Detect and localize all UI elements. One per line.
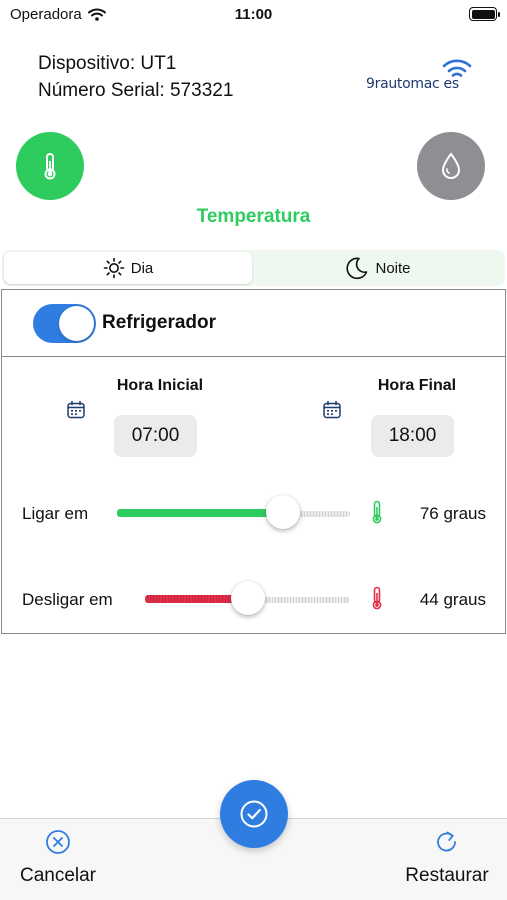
device-info: Dispositivo: UT1 Número Serial: 573321 <box>38 50 233 104</box>
calendar-icon[interactable] <box>322 400 342 420</box>
turn-off-slider-thumb[interactable] <box>231 581 265 615</box>
device-serial: Número Serial: 573321 <box>38 80 234 101</box>
segment-day[interactable]: Dia <box>4 252 252 284</box>
logo-text: 9rautomac es <box>366 76 459 92</box>
cancel-label: Cancelar <box>19 865 97 886</box>
confirm-button[interactable] <box>220 780 288 848</box>
turn-on-value: 76 graus <box>419 504 486 523</box>
status-bar: Operadora 11:00 <box>0 0 507 30</box>
start-time-picker[interactable]: 07:00 <box>114 415 197 457</box>
end-time-header: Hora Final <box>377 377 457 394</box>
cancel-button[interactable]: Cancelar <box>16 829 100 887</box>
turn-off-value: 44 graus <box>419 590 486 609</box>
moon-icon <box>346 257 368 280</box>
turn-on-slider-fill <box>117 509 283 517</box>
day-night-segmented-control: Dia Noite <box>2 250 505 286</box>
cancel-icon <box>46 830 70 854</box>
company-logo: 9rautomac es <box>366 59 486 94</box>
refrigerator-toggle-label: Refrigerador <box>102 312 217 333</box>
turn-on-label: Ligar em <box>22 504 89 523</box>
humidity-mode-button[interactable] <box>417 132 485 200</box>
status-time: 11:00 <box>234 6 273 23</box>
restore-label: Restaurar <box>405 865 489 886</box>
thermometer-icon <box>372 586 382 610</box>
refresh-icon <box>437 831 456 852</box>
segment-night[interactable]: Noite <box>254 252 502 284</box>
schedule-panel: Refrigerador Hora Inicial Hora Final 07:… <box>1 289 506 634</box>
checkmark-circle-icon <box>240 800 268 828</box>
thermometer-icon <box>44 153 56 180</box>
water-drop-icon <box>441 152 461 179</box>
restore-button[interactable]: Restaurar <box>400 829 494 887</box>
turn-off-slider[interactable] <box>145 579 350 619</box>
panel-divider <box>2 356 505 357</box>
calendar-icon[interactable] <box>66 400 86 420</box>
segment-day-label: Dia <box>130 259 154 277</box>
sun-icon <box>103 257 125 279</box>
turn-on-slider-thumb[interactable] <box>266 495 300 529</box>
thermometer-icon <box>372 500 382 524</box>
device-name: Dispositivo: UT1 <box>38 53 177 74</box>
segment-night-label: Noite <box>375 259 411 277</box>
refrigerator-toggle[interactable] <box>33 304 96 343</box>
temperature-mode-button[interactable] <box>16 132 84 200</box>
end-time-picker[interactable]: 18:00 <box>371 415 454 457</box>
mode-title: Temperatura <box>196 206 311 227</box>
start-time-header: Hora Inicial <box>116 377 204 394</box>
turn-on-slider[interactable] <box>117 493 350 533</box>
battery-icon <box>469 7 500 21</box>
turn-off-label: Desligar em <box>22 590 113 609</box>
